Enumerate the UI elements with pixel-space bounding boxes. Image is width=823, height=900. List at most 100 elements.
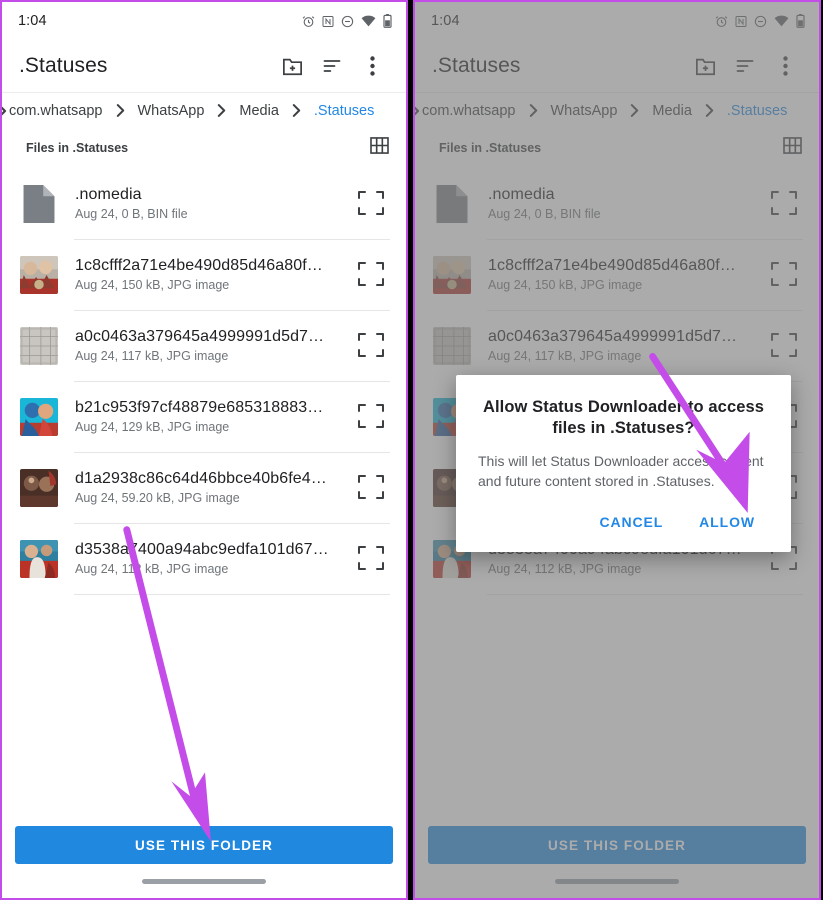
chevron-right-icon [619, 104, 650, 117]
list-item-meta: 1c8cfff2a71e4be490d85d46a80f… Aug 24, 15… [75, 257, 346, 292]
file-subtitle: Aug 24, 59.20 kB, JPG image [75, 491, 240, 505]
list-item[interactable]: a0c0463a379645a4999991d5d7… Aug 24, 117 … [2, 310, 406, 381]
section-label: Files in .Statuses [26, 141, 129, 155]
breadcrumb-item-media[interactable]: Media [650, 103, 694, 119]
expand-icon[interactable] [767, 258, 803, 292]
wifi-icon [774, 15, 789, 27]
expand-icon[interactable] [354, 329, 390, 363]
list-divider [74, 594, 390, 595]
file-subtitle: Aug 24, 0 B, BIN file [488, 207, 601, 221]
grid-view-icon[interactable] [783, 137, 802, 159]
do-not-disturb-icon [341, 15, 354, 28]
phone-screen-right: 1:04 .Statuses com.whatsapp WhatsApp Med… [413, 0, 821, 900]
overflow-menu-icon[interactable] [352, 46, 392, 86]
breadcrumb-item-statuses[interactable]: .Statuses [725, 103, 789, 119]
use-this-folder-button[interactable]: USE THIS FOLDER [15, 826, 393, 864]
status-bar: 1:04 [2, 2, 406, 40]
list-item[interactable]: 1c8cfff2a71e4be490d85d46a80f… Aug 24, 15… [2, 239, 406, 310]
file-subtitle: Aug 24, 117 kB, JPG image [488, 349, 642, 363]
alarm-icon [302, 15, 315, 28]
status-bar-clock: 1:04 [431, 13, 460, 29]
home-gesture-pill[interactable] [142, 878, 266, 884]
image-thumbnail [20, 468, 58, 507]
list-item-meta: .nomedia Aug 24, 0 B, BIN file [75, 186, 346, 221]
breadcrumb-item-com-whatsapp[interactable]: com.whatsapp [420, 103, 518, 119]
image-thumbnail [433, 326, 471, 365]
file-subtitle: Aug 24, 117 kB, JPG image [75, 349, 229, 363]
section-label: Files in .Statuses [439, 141, 542, 155]
grid-view-icon[interactable] [370, 137, 389, 159]
document-icon [433, 184, 471, 223]
breadcrumb-item-whatsapp[interactable]: WhatsApp [136, 103, 207, 119]
app-toolbar: .Statuses [415, 40, 819, 92]
wifi-icon [361, 15, 376, 27]
file-subtitle: Aug 24, 150 kB, JPG image [75, 278, 230, 292]
list-divider [487, 594, 803, 595]
document-icon [20, 184, 58, 223]
file-name: .nomedia [488, 186, 555, 203]
file-name: .nomedia [75, 186, 142, 203]
list-item[interactable]: d1a2938c86c64d46bbce40b6fe4… Aug 24, 59.… [2, 452, 406, 523]
list-item[interactable]: 1c8cfff2a71e4be490d85d46a80f… Aug 24, 15… [415, 239, 819, 310]
breadcrumb-item-media[interactable]: Media [237, 103, 281, 119]
dialog-cancel-button[interactable]: CANCEL [585, 506, 677, 538]
breadcrumb-item-whatsapp[interactable]: WhatsApp [549, 103, 620, 119]
image-thumbnail [20, 539, 58, 578]
list-item-meta: 1c8cfff2a71e4be490d85d46a80f… Aug 24, 15… [488, 257, 759, 292]
overflow-menu-icon[interactable] [765, 46, 805, 86]
phone-screen-left: 1:04 .Statuses com.whatsapp WhatsApp Med… [0, 0, 408, 900]
app-toolbar: .Statuses [2, 40, 406, 92]
nfc-icon [735, 15, 747, 28]
image-thumbnail [20, 255, 58, 294]
status-bar-clock: 1:04 [18, 13, 47, 29]
status-bar-icons [715, 14, 805, 28]
list-item-meta: a0c0463a379645a4999991d5d7… Aug 24, 117 … [75, 328, 346, 363]
expand-icon[interactable] [354, 400, 390, 434]
dialog-allow-button[interactable]: ALLOW [685, 506, 769, 538]
file-list: .nomedia Aug 24, 0 B, BIN file 1c8cfff2a… [2, 168, 406, 818]
file-subtitle: Aug 24, 150 kB, JPG image [488, 278, 643, 292]
expand-icon[interactable] [354, 187, 390, 221]
image-thumbnail [20, 326, 58, 365]
expand-icon[interactable] [354, 542, 390, 576]
breadcrumb-item-statuses[interactable]: .Statuses [312, 103, 376, 119]
page-title: .Statuses [19, 54, 108, 77]
create-folder-icon[interactable] [272, 46, 312, 86]
sort-icon[interactable] [312, 46, 352, 86]
list-item[interactable]: a0c0463a379645a4999991d5d7… Aug 24, 117 … [415, 310, 819, 381]
expand-icon[interactable] [354, 258, 390, 292]
status-bar-icons [302, 14, 392, 28]
file-subtitle: Aug 24, 112 kB, JPG image [488, 562, 642, 576]
expand-icon[interactable] [767, 187, 803, 221]
breadcrumb-item-com-whatsapp[interactable]: com.whatsapp [7, 103, 105, 119]
use-this-folder-button[interactable]: USE THIS FOLDER [428, 826, 806, 864]
chevron-right-icon [105, 104, 136, 117]
dialog-actions: CANCEL ALLOW [478, 506, 769, 544]
permission-dialog: Allow Status Downloader to access files … [456, 375, 791, 552]
file-name: d3538a7400a94abc9edfa101d67… [75, 541, 329, 558]
bottom-action-bar: USE THIS FOLDER [415, 818, 819, 864]
create-folder-icon[interactable] [685, 46, 725, 86]
breadcrumb: com.whatsapp WhatsApp Media .Statuses [2, 92, 406, 128]
sort-icon[interactable] [725, 46, 765, 86]
status-bar: 1:04 [415, 2, 819, 40]
dialog-body: This will let Status Downloader access c… [478, 453, 764, 490]
file-subtitle: Aug 24, 0 B, BIN file [75, 207, 188, 221]
expand-icon[interactable] [767, 329, 803, 363]
list-item[interactable]: b21c953f97cf48879e685318883… Aug 24, 129… [2, 381, 406, 452]
image-thumbnail [20, 397, 58, 436]
list-item[interactable]: .nomedia Aug 24, 0 B, BIN file [415, 168, 819, 239]
do-not-disturb-icon [754, 15, 767, 28]
expand-icon[interactable] [354, 471, 390, 505]
file-name: a0c0463a379645a4999991d5d7… [488, 328, 738, 345]
system-nav-bar [415, 864, 819, 898]
list-item[interactable]: .nomedia Aug 24, 0 B, BIN file [2, 168, 406, 239]
system-nav-bar [2, 864, 406, 898]
page-title: .Statuses [432, 54, 521, 77]
file-name: 1c8cfff2a71e4be490d85d46a80f… [488, 257, 736, 274]
list-item[interactable]: d3538a7400a94abc9edfa101d67… Aug 24, 112… [2, 523, 406, 594]
battery-icon [796, 14, 805, 28]
home-gesture-pill[interactable] [555, 878, 679, 884]
chevron-right-icon [281, 104, 312, 117]
battery-icon [383, 14, 392, 28]
